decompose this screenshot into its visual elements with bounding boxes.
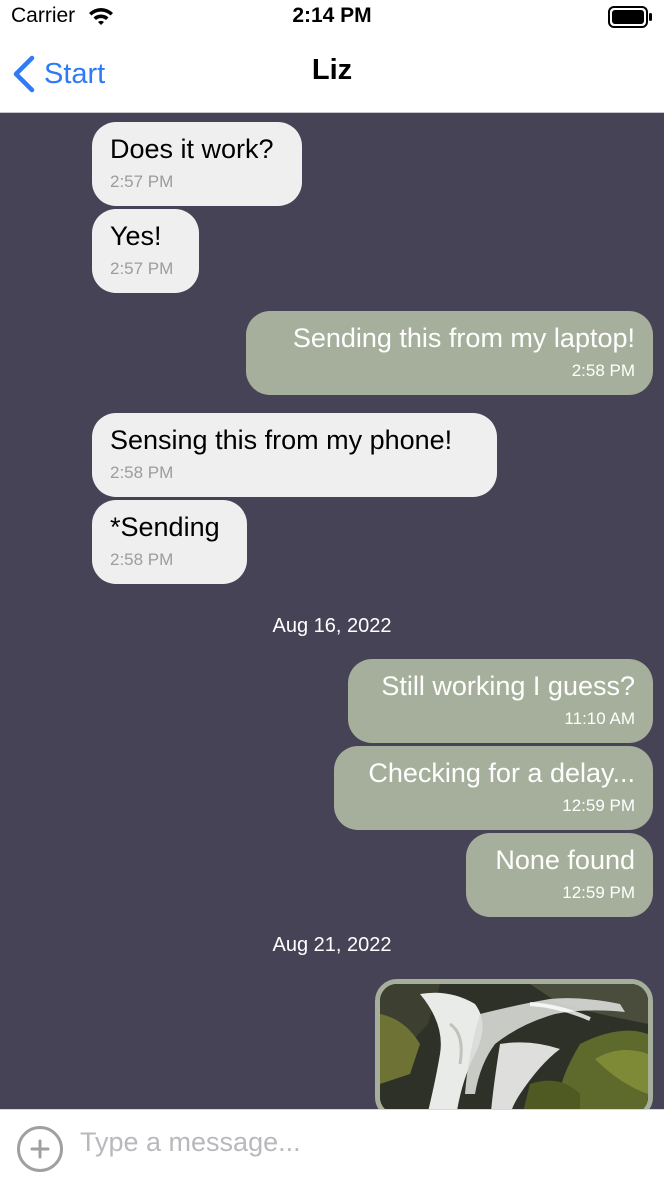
date-separator: Aug 21, 2022 xyxy=(272,934,392,956)
message-composer xyxy=(0,1109,664,1184)
message-bubble-outgoing[interactable]: Sending this from my laptop! 2:58 PM xyxy=(246,311,653,395)
status-time: 2:14 PM xyxy=(292,4,372,27)
image-message[interactable] xyxy=(375,979,653,1109)
message-time: 12:59 PM xyxy=(562,883,635,902)
message-time: 12:59 PM xyxy=(562,796,635,815)
message-time: 2:58 PM xyxy=(110,550,174,569)
message-bubble-incoming[interactable]: Does it work? 2:57 PM xyxy=(92,122,302,206)
date-separator: Aug 16, 2022 xyxy=(272,615,392,637)
waterfall-photo xyxy=(380,984,648,1109)
navigation-bar: Start Liz xyxy=(0,34,664,113)
message-text: Sending this from my laptop! xyxy=(292,323,635,353)
message-text: Sensing this from my phone! xyxy=(110,425,453,455)
message-text: Still working I guess? xyxy=(381,671,635,701)
conversation-title: Liz xyxy=(311,54,353,86)
message-bubble-incoming[interactable]: *Sending 2:58 PM xyxy=(92,500,247,584)
battery-icon xyxy=(608,6,652,28)
message-text: Yes! xyxy=(110,221,162,251)
add-attachment-button[interactable] xyxy=(17,1126,63,1172)
message-time: 11:10 AM xyxy=(564,709,635,728)
message-time: 2:58 PM xyxy=(110,463,174,482)
status-bar: Carrier 2:14 PM xyxy=(0,0,664,34)
message-text: None found xyxy=(495,845,635,875)
message-bubble-outgoing[interactable]: None found 12:59 PM xyxy=(466,833,653,917)
message-text: Does it work? xyxy=(110,134,274,164)
message-text: Checking for a delay... xyxy=(368,758,635,788)
plus-circle-icon xyxy=(30,1139,50,1159)
message-bubble-incoming[interactable]: Yes! 2:57 PM xyxy=(92,209,199,293)
message-input[interactable] xyxy=(80,1122,640,1162)
message-time: 2:57 PM xyxy=(110,172,174,191)
message-text: *Sending xyxy=(110,512,220,542)
message-time: 2:58 PM xyxy=(571,361,635,380)
message-time: 2:57 PM xyxy=(110,259,174,278)
message-bubble-outgoing[interactable]: Still working I guess? 11:10 AM xyxy=(348,659,653,743)
message-bubble-incoming[interactable]: Sensing this from my phone! 2:58 PM xyxy=(92,413,497,497)
message-bubble-outgoing[interactable]: Checking for a delay... 12:59 PM xyxy=(334,746,653,830)
chat-area[interactable]: Does it work? 2:57 PM Yes! 2:57 PM Sendi… xyxy=(0,113,664,1109)
